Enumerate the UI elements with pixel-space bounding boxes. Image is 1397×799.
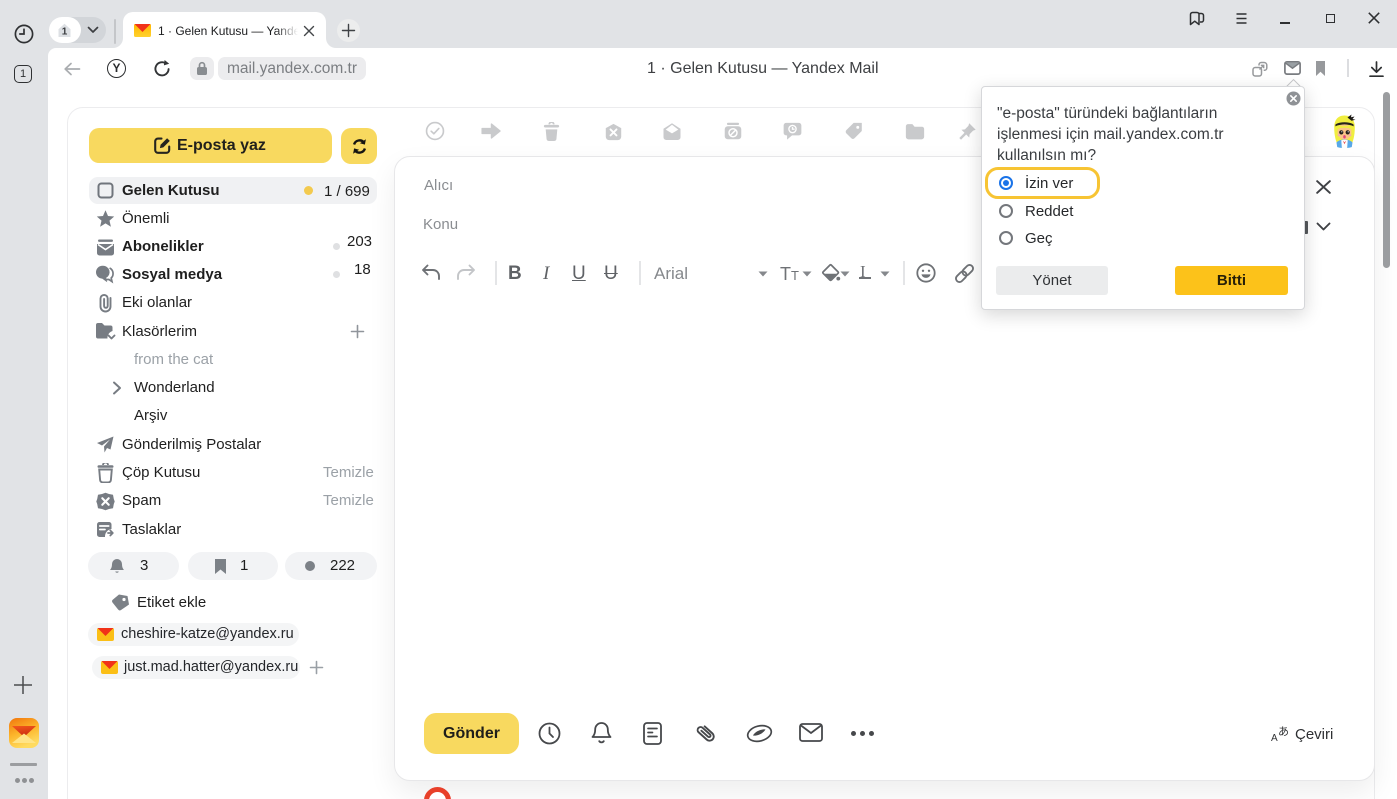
svg-text:あ: あ: [1278, 725, 1289, 738]
svg-text:A: A: [1271, 733, 1278, 743]
svg-text:1: 1: [62, 27, 68, 38]
